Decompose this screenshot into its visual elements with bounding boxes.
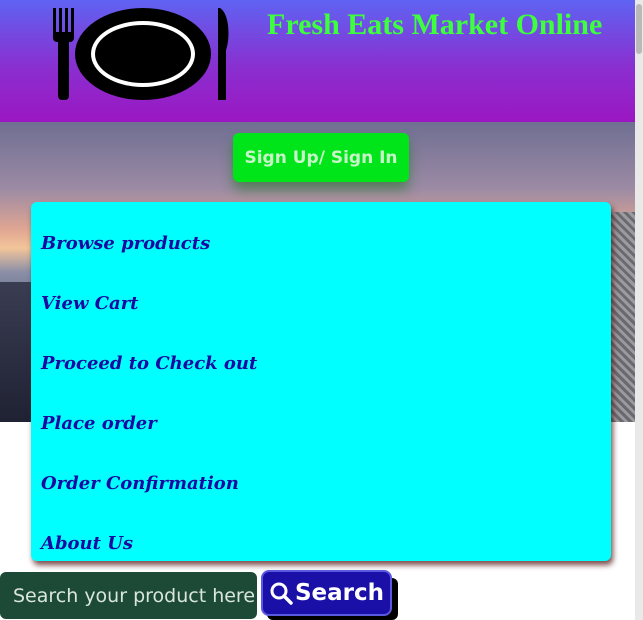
search-button[interactable]: Search (261, 570, 392, 616)
site-title: Fresh Eats Market Online (267, 8, 603, 41)
scrollbar-thumb[interactable] (636, 4, 642, 54)
site-header: Fresh Eats Market Online (0, 0, 643, 122)
signup-signin-button[interactable]: Sign Up/ Sign In (233, 133, 409, 182)
main-nav-panel: Browse products View Cart Proceed to Che… (31, 202, 611, 561)
search-button-label: Search (294, 580, 385, 606)
nav-item-about-us[interactable]: About Us (41, 533, 133, 554)
nav-item-place-order[interactable]: Place order (41, 413, 157, 434)
nav-item-checkout[interactable]: Proceed to Check out (41, 353, 257, 374)
nav-item-view-cart[interactable]: View Cart (41, 293, 139, 314)
scrollbar[interactable] (635, 0, 643, 620)
search-input[interactable] (0, 572, 257, 619)
nav-item-order-confirmation[interactable]: Order Confirmation (41, 473, 239, 494)
nav-item-browse-products[interactable]: Browse products (41, 233, 210, 254)
plate-fork-knife-icon (53, 8, 229, 100)
search-icon (270, 582, 293, 605)
